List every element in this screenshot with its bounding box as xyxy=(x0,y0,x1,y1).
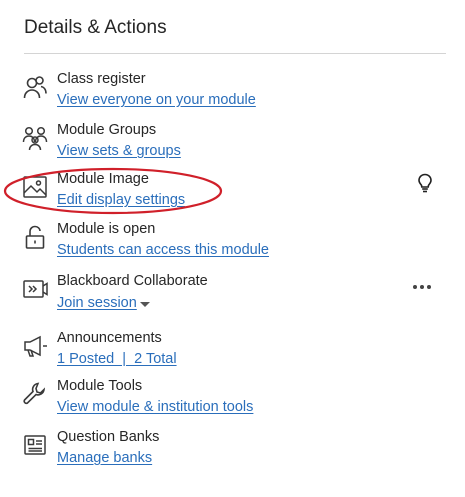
module-image-icon xyxy=(22,173,48,201)
item-question-banks: Question Banks Manage banks xyxy=(0,429,465,475)
chevron-down-icon[interactable] xyxy=(140,302,150,307)
manage-banks-link[interactable]: Manage banks xyxy=(57,450,152,466)
announcements-count-link[interactable]: 1 Posted | 2 Total xyxy=(57,351,177,367)
item-title: Blackboard Collaborate xyxy=(57,273,208,289)
divider xyxy=(24,53,446,54)
view-module-tools-link[interactable]: View module & institution tools xyxy=(57,399,253,415)
item-module-image: Module Image Edit display settings xyxy=(0,171,465,217)
students-access-link[interactable]: Students can access this module xyxy=(57,242,269,258)
class-register-icon xyxy=(22,73,48,101)
item-title: Module is open xyxy=(57,221,156,237)
details-actions-panel: Details & Actions Class register View ev… xyxy=(0,0,465,497)
collaborate-icon xyxy=(22,275,48,303)
item-title: Announcements xyxy=(57,330,162,346)
item-title: Module Image xyxy=(57,171,149,187)
view-sets-groups-link[interactable]: View sets & groups xyxy=(57,143,181,159)
panel-heading: Details & Actions xyxy=(24,17,167,38)
item-announcements: Announcements 1 Posted | 2 Total xyxy=(0,330,465,376)
item-module-groups: Module Groups View sets & groups xyxy=(0,122,465,168)
wrench-icon xyxy=(22,380,48,408)
item-module-open: Module is open Students can access this … xyxy=(0,221,465,267)
module-groups-icon xyxy=(22,124,48,152)
item-class-register: Class register View everyone on your mod… xyxy=(0,71,465,117)
unlock-icon xyxy=(22,223,48,251)
lightbulb-icon[interactable] xyxy=(417,173,433,193)
question-banks-icon xyxy=(22,431,48,459)
item-title: Module Groups xyxy=(57,122,157,138)
megaphone-icon xyxy=(22,332,48,360)
view-class-register-link[interactable]: View everyone on your module xyxy=(57,92,256,108)
join-session-label: Join session xyxy=(57,295,137,311)
item-title: Module Tools xyxy=(57,378,143,394)
item-module-tools: Module Tools View module & institution t… xyxy=(0,378,465,424)
join-session-link[interactable]: Join session xyxy=(57,295,137,311)
item-blackboard-collaborate: Blackboard Collaborate Join session xyxy=(0,273,465,319)
more-options-icon[interactable] xyxy=(412,279,432,295)
edit-display-settings-link[interactable]: Edit display settings xyxy=(57,192,185,208)
item-title: Question Banks xyxy=(57,429,160,445)
item-title: Class register xyxy=(57,71,146,87)
